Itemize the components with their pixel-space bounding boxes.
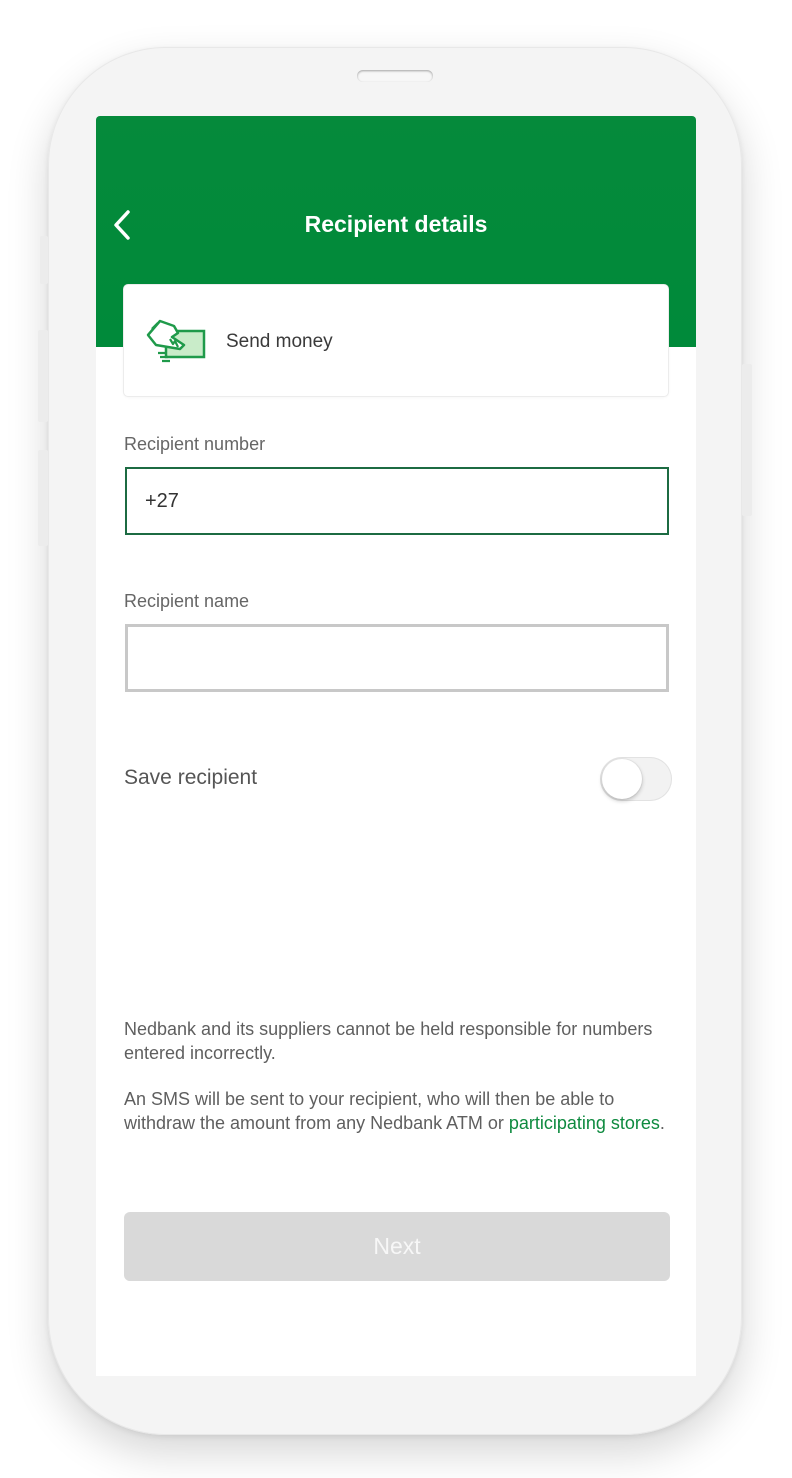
recipient-number-input[interactable]: [125, 467, 669, 535]
phone-power-button: [742, 364, 752, 516]
hand-with-cash-icon: [144, 317, 208, 365]
phone-side-button: [40, 236, 48, 284]
save-recipient-toggle[interactable]: [600, 757, 672, 801]
phone-speaker: [357, 70, 433, 82]
participating-stores-link[interactable]: participating stores: [509, 1113, 660, 1133]
phone-side-button: [38, 330, 48, 422]
send-money-label: Send money: [226, 331, 333, 352]
responsibility-disclaimer: Nedbank and its suppliers cannot be held…: [124, 1019, 653, 1063]
next-button[interactable]: Next: [124, 1212, 670, 1281]
sms-disclaimer: An SMS will be sent to your recipient, w…: [124, 1088, 669, 1135]
page-title: Recipient details: [304, 211, 488, 237]
toggle-knob: [602, 759, 642, 799]
recipient-number-label: Recipient number: [124, 434, 266, 454]
recipient-name-input[interactable]: [125, 624, 669, 692]
recipient-name-label: Recipient name: [124, 591, 250, 611]
app-screen: Recipient details Send money Recipient n…: [96, 116, 696, 1376]
phone-side-button: [38, 450, 48, 546]
send-money-card: Send money: [124, 285, 668, 396]
save-recipient-label: Save recipient: [124, 766, 258, 789]
stage: Recipient details Send money Recipient n…: [0, 0, 792, 1478]
sms-disclaimer-end: .: [659, 1112, 665, 1133]
